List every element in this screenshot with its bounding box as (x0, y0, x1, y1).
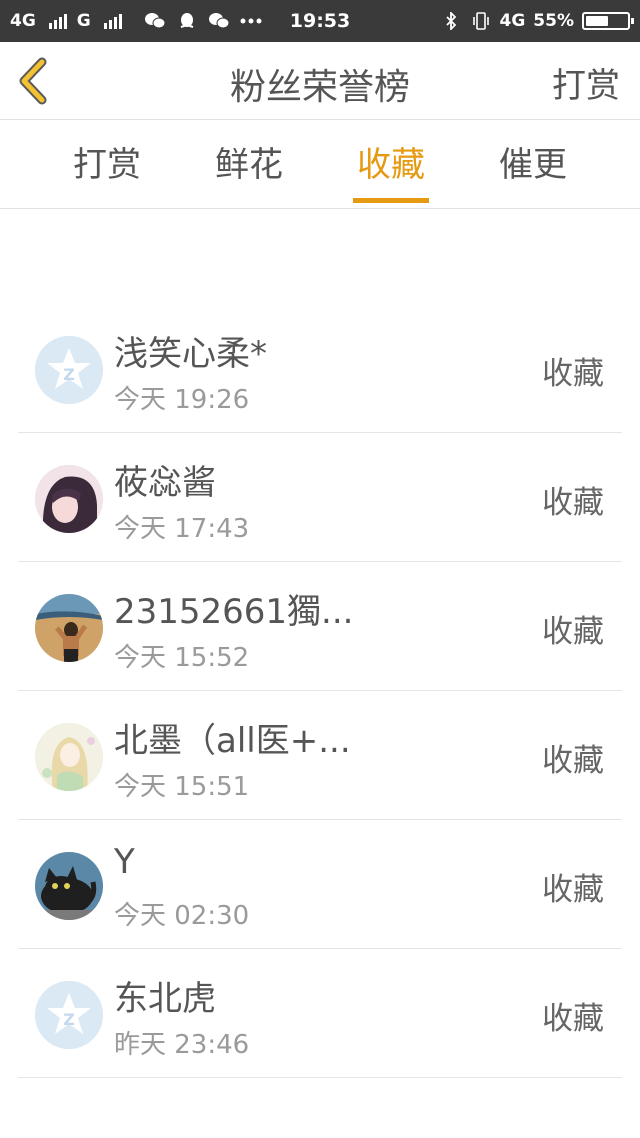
user-avatar (35, 465, 103, 533)
list-item[interactable]: Y 今天 02:30 收藏 (18, 820, 622, 949)
wechat-icon (208, 12, 230, 30)
user-name: 北墨（all医+... (114, 721, 351, 761)
status-bar: 4G G 19:53 4G 55% (0, 0, 640, 42)
more-dots-icon (240, 12, 262, 30)
tab-urge-update[interactable]: 催更 (478, 121, 588, 209)
default-avatar-icon: Z (35, 981, 103, 1049)
list-item[interactable]: 北墨（all医+... 今天 15:51 收藏 (18, 691, 622, 820)
battery-icon (582, 12, 634, 30)
timestamp: 今天 15:51 (114, 772, 250, 802)
action-label: 收藏 (542, 743, 604, 779)
action-label: 收藏 (542, 1001, 604, 1037)
wechat-icon (144, 12, 166, 30)
timestamp: 今天 19:26 (114, 385, 250, 415)
network-type-1: 4G (10, 11, 36, 31)
clock: 19:53 (289, 10, 351, 32)
qq-icon (176, 12, 198, 30)
reward-button[interactable]: 打赏 (552, 58, 620, 107)
tab-favorites[interactable]: 收藏 (336, 121, 446, 209)
timestamp: 今天 02:30 (114, 901, 250, 931)
battery-percent: 55% (533, 11, 574, 31)
tab-label: 鲜花 (215, 145, 283, 185)
timestamp: 今天 15:52 (114, 643, 250, 673)
svg-text:Z: Z (63, 1010, 75, 1029)
active-tab-indicator (353, 198, 429, 203)
tab-label: 打赏 (73, 145, 141, 185)
bluetooth-icon (440, 12, 462, 30)
signal-icon (103, 13, 122, 29)
user-name: 浅笑心柔* (114, 334, 267, 374)
user-avatar (35, 723, 103, 791)
status-right: 4G 55% (440, 11, 634, 31)
signal-icon (48, 13, 67, 29)
user-name: 东北虎 (114, 979, 216, 1019)
battery-fill (586, 16, 608, 26)
status-left: 4G G (10, 11, 262, 31)
notification-icons (144, 12, 262, 30)
list-item[interactable]: 莜惢酱 今天 17:43 收藏 (18, 433, 622, 562)
default-avatar-icon: Z (35, 336, 103, 404)
svg-text:Z: Z (63, 365, 75, 384)
action-label: 收藏 (542, 485, 604, 521)
network-type-3: 4G (499, 11, 526, 31)
fan-list: Z 浅笑心柔* 今天 19:26 收藏 莜惢酱 今天 17:43 收藏 2315… (18, 304, 622, 1078)
action-label: 收藏 (542, 614, 604, 650)
tab-reward[interactable]: 打赏 (52, 121, 162, 209)
action-label: 收藏 (542, 872, 604, 908)
nav-header: 粉丝荣誉榜 打赏 (0, 42, 640, 120)
action-label: 收藏 (542, 356, 604, 392)
list-item[interactable]: Z 浅笑心柔* 今天 19:26 收藏 (18, 304, 622, 433)
user-name: Y (114, 842, 135, 882)
user-name: 莜惢酱 (114, 463, 216, 503)
tab-flowers[interactable]: 鲜花 (194, 121, 304, 209)
list-item[interactable]: Z 东北虎 昨天 23:46 收藏 (18, 949, 622, 1078)
page-title: 粉丝荣誉榜 (229, 67, 410, 108)
list-item[interactable]: 23152661獨... 今天 15:52 收藏 (18, 562, 622, 691)
tab-label: 收藏 (357, 145, 425, 185)
user-avatar (35, 594, 103, 662)
network-type-2: G (76, 11, 91, 31)
tab-bar: 打赏 鲜花 收藏 催更 (0, 121, 640, 209)
tab-label: 催更 (499, 145, 567, 185)
timestamp: 今天 17:43 (114, 514, 250, 544)
user-avatar (35, 852, 103, 920)
user-name: 23152661獨... (114, 592, 354, 632)
timestamp: 昨天 23:46 (114, 1030, 250, 1060)
vibrate-icon (470, 12, 492, 30)
